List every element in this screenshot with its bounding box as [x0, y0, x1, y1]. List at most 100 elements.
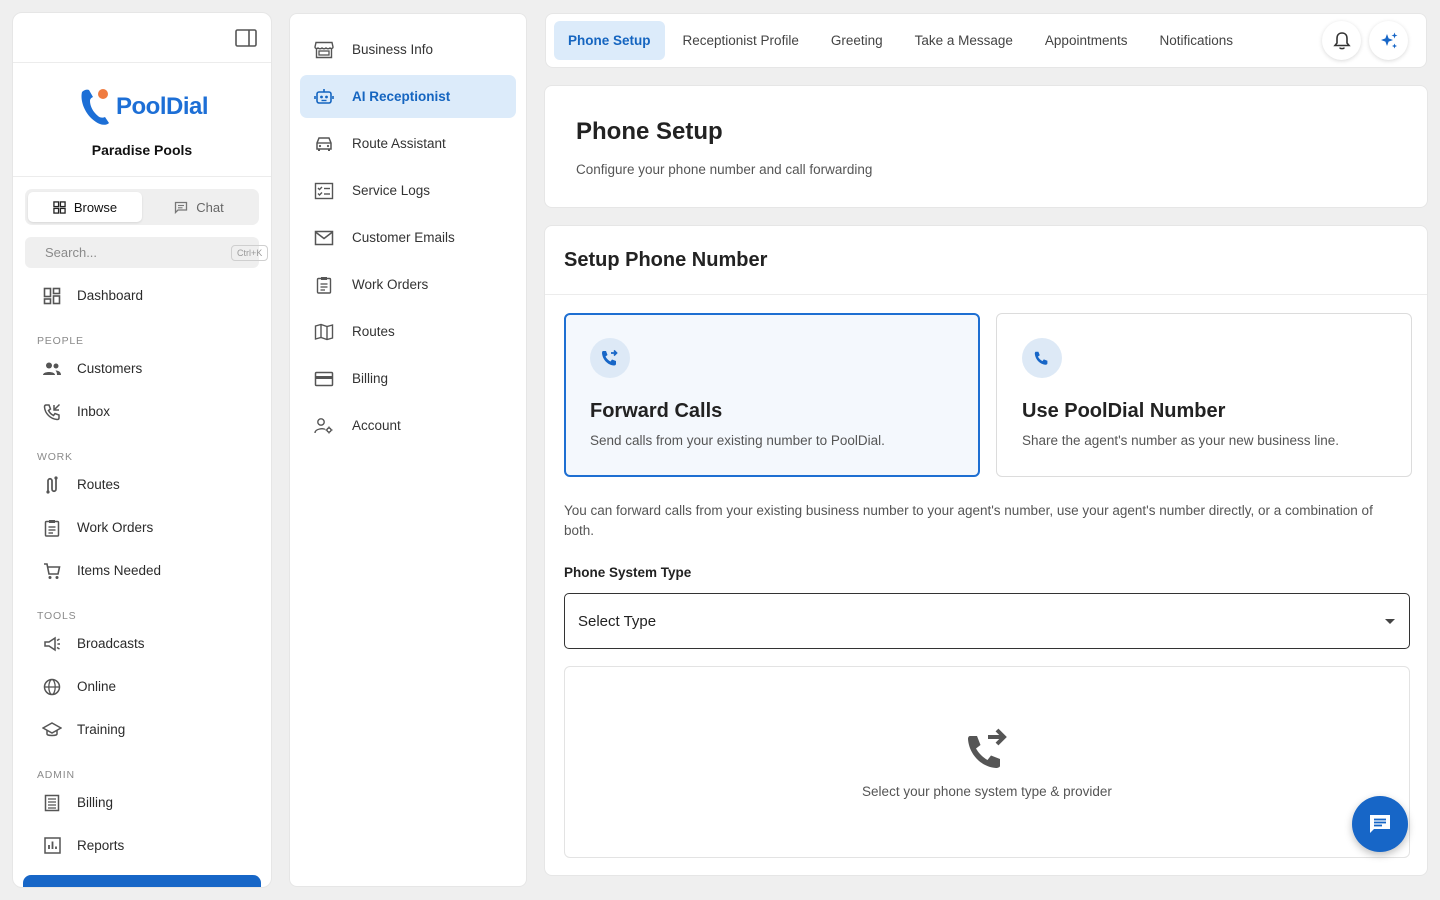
subnav-item-label: AI Receptionist — [352, 89, 451, 104]
sidebar-item-label: Online — [77, 679, 117, 694]
section-label-tools: TOOLS — [37, 610, 77, 622]
tab-notifications[interactable]: Notifications — [1145, 21, 1247, 60]
phone-system-type-select[interactable]: Select Type — [564, 593, 1410, 649]
dropdown-caret-icon — [1385, 619, 1395, 624]
sidebar-item-dashboard[interactable]: Dashboard — [13, 274, 271, 317]
setup-description: You can forward calls from your existing… — [564, 503, 1373, 538]
subnav-item-account[interactable]: Account — [300, 404, 516, 447]
chat-icon — [175, 201, 188, 214]
option-forward-calls[interactable]: Forward Calls Send calls from your exist… — [564, 313, 980, 477]
sidebar-item-label: Routes — [77, 477, 120, 492]
subnav-item-route-assistant[interactable]: Route Assistant — [300, 122, 516, 165]
sidebar-item-label: Items Needed — [77, 563, 162, 578]
sidebar-item-inbox[interactable]: Inbox — [13, 390, 271, 433]
tab-phone-setup[interactable]: Phone Setup — [554, 21, 665, 60]
subnav-item-routes[interactable]: Routes — [300, 310, 516, 353]
sidebar-item-reports[interactable]: Reports — [13, 824, 271, 867]
option-desc: Share the agent's number as your new bus… — [1022, 433, 1340, 448]
sidebar-item-label: Customers — [77, 361, 143, 376]
store-icon — [314, 41, 334, 58]
subnav-item-label: Route Assistant — [352, 136, 446, 151]
search-box: Ctrl+K — [25, 237, 269, 268]
sidebar-item-online[interactable]: Online — [13, 665, 271, 708]
section-label-work: WORK — [37, 451, 73, 463]
map-icon — [314, 323, 334, 340]
subnav-item-billing[interactable]: Billing — [300, 357, 516, 400]
phone-icon — [1022, 338, 1062, 378]
subnav-item-label: Service Logs — [352, 183, 431, 198]
sidebar-item-customers[interactable]: Customers — [13, 347, 271, 390]
sparkle-icon — [1380, 32, 1397, 48]
select-value: Select Type — [578, 612, 657, 630]
subnav-item-business-info[interactable]: Business Info — [300, 28, 516, 71]
call-forward-icon — [590, 338, 630, 378]
sidebar-item-label: Dashboard — [77, 288, 144, 303]
sidebar-item-label: Reports — [77, 838, 125, 853]
browse-label: Browse — [73, 199, 118, 215]
browse-chat-toggle: Browse Chat — [25, 189, 259, 225]
sidebar-item-billing[interactable]: Billing — [13, 781, 271, 824]
grid-icon — [53, 200, 66, 214]
subnav-item-work-orders[interactable]: Work Orders — [300, 263, 516, 306]
mail-icon — [314, 230, 334, 245]
option-title: Use PoolDial Number — [1022, 400, 1226, 422]
sidebar-item-settings-active[interactable] — [23, 875, 261, 887]
chat-tab[interactable]: Chat — [142, 192, 256, 222]
sidebar-item-items-needed[interactable]: Items Needed — [13, 549, 271, 592]
sidebar-item-label: Work Orders — [77, 520, 154, 535]
notifications-button[interactable] — [1322, 21, 1361, 60]
robot-icon — [314, 88, 334, 104]
bar-chart-icon — [41, 835, 63, 857]
settings-subnav: Business Info AI Receptionist Route Assi… — [289, 13, 527, 887]
route-icon — [41, 474, 63, 496]
page-header-card: Phone Setup Configure your phone number … — [544, 85, 1428, 208]
subnav-item-service-logs[interactable]: Service Logs — [300, 169, 516, 212]
tab-take-a-message[interactable]: Take a Message — [901, 21, 1027, 60]
option-desc: Send calls from your existing number to … — [590, 433, 885, 448]
receipt-icon — [41, 792, 63, 814]
main-sidebar: PoolDial Paradise Pools Browse Chat Sear… — [12, 12, 272, 888]
subnav-item-label: Billing — [352, 371, 389, 386]
clipboard-icon — [316, 276, 332, 294]
chat-fab-button[interactable] — [1352, 796, 1408, 852]
sidebar-item-work-orders[interactable]: Work Orders — [13, 506, 271, 549]
sidebar-toggle-icon[interactable] — [235, 29, 257, 47]
tab-receptionist-profile[interactable]: Receptionist Profile — [669, 21, 813, 60]
subnav-item-label: Routes — [352, 324, 395, 339]
sidebar-item-training[interactable]: Training — [13, 708, 271, 751]
sidebar-item-routes[interactable]: Routes — [13, 463, 271, 506]
subnav-item-customer-emails[interactable]: Customer Emails — [300, 216, 516, 259]
megaphone-icon — [41, 633, 63, 655]
logo-phone-icon — [81, 88, 109, 125]
subnav-item-ai-receptionist[interactable]: AI Receptionist — [300, 75, 516, 118]
search-shortcut-hint: Ctrl+K — [231, 244, 269, 261]
sidebar-item-label: Inbox — [77, 404, 111, 419]
phone-inbox-icon — [41, 401, 63, 423]
cart-icon — [41, 560, 63, 582]
subnav-item-label: Customer Emails — [352, 230, 455, 245]
credit-card-icon — [314, 371, 334, 386]
tab-greeting[interactable]: Greeting — [817, 21, 897, 60]
logo-text: PoolDial — [115, 92, 209, 120]
setup-phone-card: Setup Phone Number Forward Calls Send ca… — [544, 225, 1428, 876]
message-icon — [1370, 815, 1390, 833]
dashboard-icon — [41, 285, 63, 307]
bell-icon — [1332, 31, 1351, 49]
browse-tab[interactable]: Browse — [28, 192, 142, 222]
section-label-people: PEOPLE — [37, 335, 84, 347]
setup-title: Setup Phone Number — [545, 226, 1427, 295]
account-gear-icon — [314, 417, 333, 433]
sidebar-item-broadcasts[interactable]: Broadcasts — [13, 622, 271, 665]
school-icon — [41, 719, 63, 741]
option-use-pooldial-number[interactable]: Use PoolDial Number Share the agent's nu… — [996, 313, 1412, 477]
empty-state-text: Select your phone system type & provider — [862, 783, 1112, 799]
tab-appointments[interactable]: Appointments — [1031, 21, 1142, 60]
ai-assistant-button[interactable] — [1369, 21, 1408, 60]
search-input[interactable] — [45, 245, 221, 260]
sidebar-item-label: Training — [77, 722, 126, 737]
people-icon — [41, 358, 63, 380]
checklist-icon — [314, 182, 334, 199]
pooldial-logo[interactable]: PoolDial — [76, 86, 209, 128]
brand-area: PoolDial Paradise Pools — [13, 63, 271, 177]
globe-icon — [41, 676, 63, 698]
